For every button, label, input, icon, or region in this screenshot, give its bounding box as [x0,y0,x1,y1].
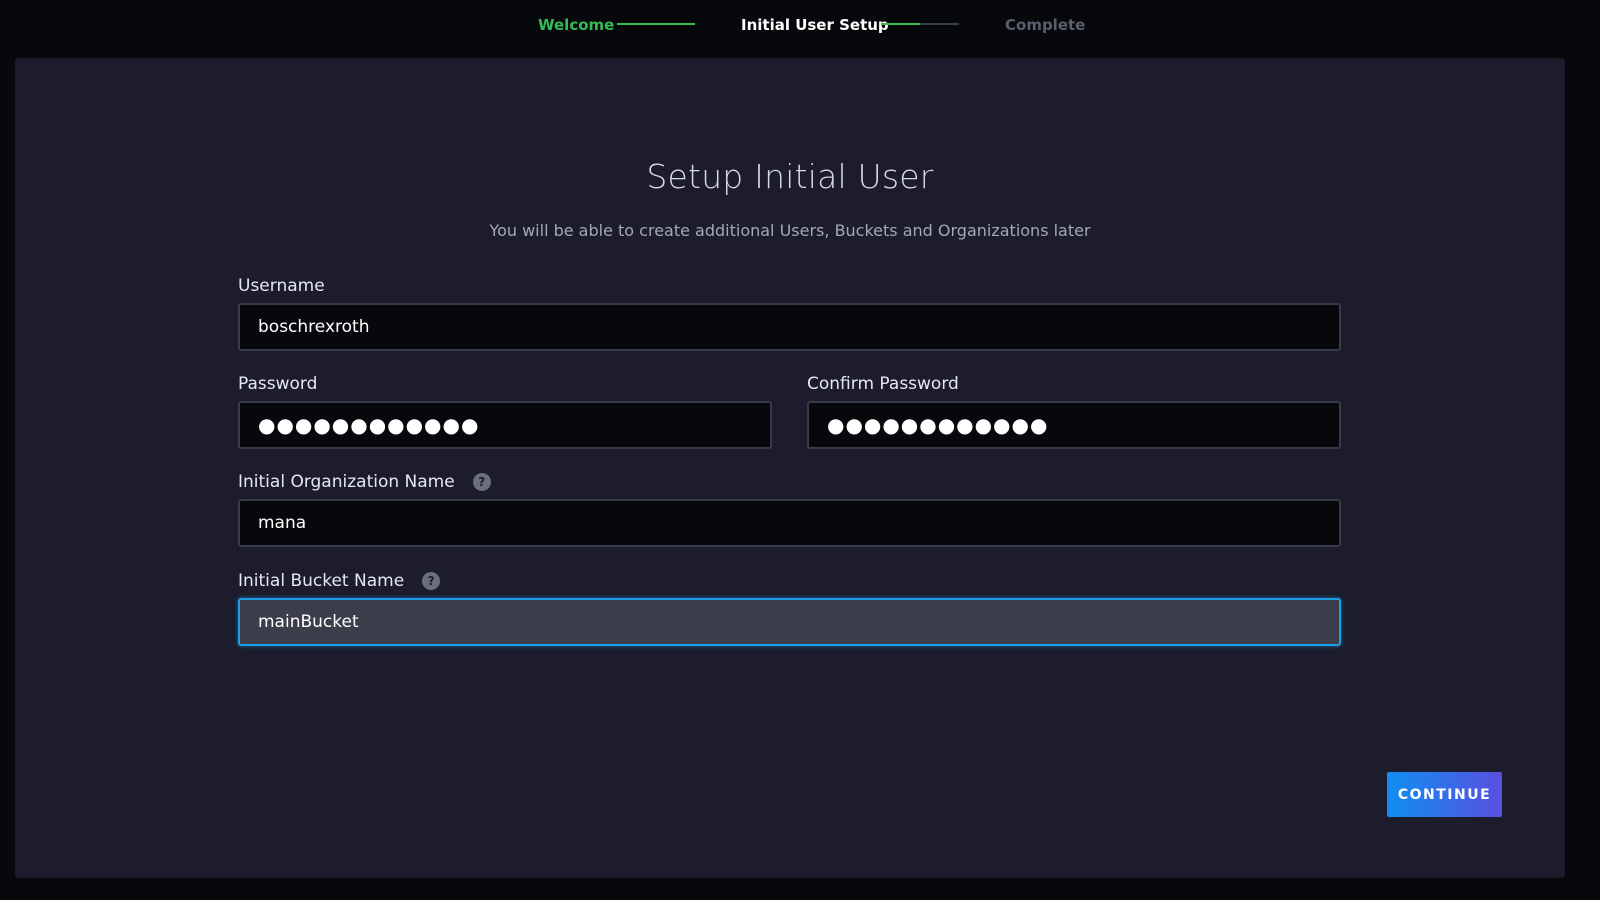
confirm-password-input[interactable] [807,401,1341,449]
username-input[interactable] [238,303,1341,351]
page-subtitle: You will be able to create additional Us… [489,221,1091,240]
confirm-password-label: Confirm Password [807,374,959,394]
question-circle-icon[interactable]: ? [472,473,491,491]
org-name-label-row: Initial Organization Name ? [238,472,491,492]
step-complete: Complete [1005,16,1086,34]
step-connector-1 [617,23,695,25]
bucket-name-label-row: Initial Bucket Name ? [238,571,441,591]
password-input[interactable] [238,401,772,449]
step-connector-2-progress [881,23,920,25]
step-connector-2 [881,23,959,25]
bucket-name-input[interactable] [238,598,1341,646]
org-name-input[interactable] [238,499,1341,547]
page-title: Setup Initial User [646,157,934,196]
question-circle-icon[interactable]: ? [422,572,441,590]
org-name-label: Initial Organization Name [238,472,455,492]
password-label: Password [238,374,318,394]
step-welcome: Welcome [538,16,615,34]
setup-panel: Setup Initial User You will be able to c… [15,58,1565,878]
step-initial-user-setup: Initial User Setup [741,16,889,34]
continue-button[interactable]: CONTINUE [1387,772,1502,817]
username-label: Username [238,276,325,296]
setup-stepper: Welcome Initial User Setup Complete [0,0,1600,52]
bucket-name-label: Initial Bucket Name [238,571,405,591]
